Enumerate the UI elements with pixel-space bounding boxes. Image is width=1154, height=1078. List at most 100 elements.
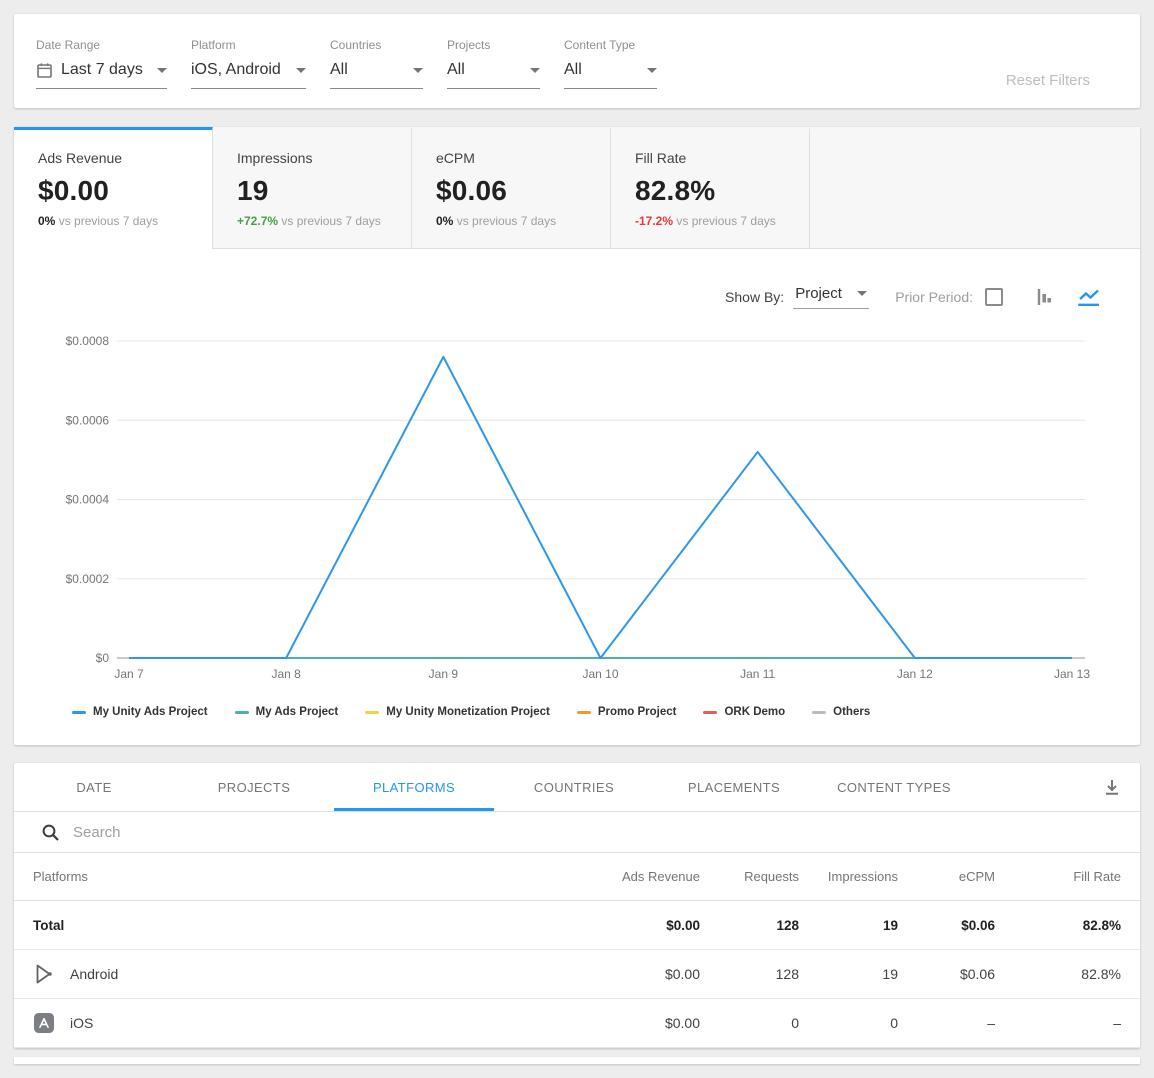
chart-legend: My Unity Ads Project My Ads Project My U… [14, 706, 1140, 718]
legend-swatch [703, 711, 717, 714]
cell-requests: 128 [700, 966, 799, 982]
show-by-select[interactable]: Project [793, 285, 869, 309]
stat-card-ads-revenue[interactable]: Ads Revenue $0.00 0% vs previous 7 days [14, 127, 213, 249]
table-search [14, 812, 1140, 853]
filter-value: All [564, 61, 582, 79]
filter-label: Projects [447, 38, 540, 52]
legend-swatch [812, 711, 826, 714]
filter-value: iOS, Android [191, 61, 281, 79]
stat-value: $0.00 [38, 175, 212, 207]
table-row-total: Total $0.00 128 19 $0.06 82.8% [14, 901, 1140, 950]
cell-fill-rate: – [995, 1015, 1121, 1031]
cell-ecpm: $0.06 [898, 918, 995, 933]
legend-item[interactable]: My Unity Ads Project [72, 706, 208, 718]
stat-delta: -17.2% vs previous 7 days [635, 214, 809, 228]
table-header: Platforms Ads Revenue Requests Impressio… [14, 853, 1140, 901]
prior-period-checkbox[interactable] [985, 288, 1003, 306]
svg-text:$0: $0 [96, 651, 110, 665]
legend-item[interactable]: My Unity Monetization Project [365, 706, 550, 718]
legend-item[interactable]: ORK Demo [703, 706, 785, 718]
legend-label: Promo Project [598, 706, 677, 718]
stat-cards-filler [810, 127, 1140, 249]
line-chart-icon[interactable] [1077, 288, 1100, 306]
stat-delta-value: 0% [436, 214, 453, 228]
stat-delta-value: -17.2% [635, 214, 673, 228]
countries-select[interactable]: All [330, 61, 423, 89]
stat-card-fill-rate[interactable]: Fill Rate 82.8% -17.2% vs previous 7 day… [611, 127, 810, 249]
tab-countries[interactable]: COUNTRIES [494, 763, 654, 811]
stat-label: Impressions [237, 150, 411, 166]
date-range-select[interactable]: Last 7 days [36, 61, 167, 89]
stat-cards: Ads Revenue $0.00 0% vs previous 7 days … [14, 127, 1140, 249]
reset-filters-button[interactable]: Reset Filters [1006, 72, 1090, 89]
table-tabs: DATE PROJECTS PLATFORMS COUNTRIES PLACEM… [14, 763, 1140, 812]
chevron-down-icon [413, 68, 423, 73]
table-row-ios: iOS $0.00 0 0 – – [14, 999, 1140, 1048]
tabs-spacer [974, 763, 1084, 811]
cell-ads-revenue: $0.00 [580, 1015, 700, 1031]
legend-item[interactable]: My Ads Project [235, 706, 339, 718]
filter-value: All [330, 61, 348, 79]
filter-label: Content Type [564, 38, 657, 52]
stat-value: 19 [237, 175, 411, 207]
calendar-icon [36, 62, 53, 79]
show-by-label: Show By: [725, 289, 784, 305]
svg-text:Jan 12: Jan 12 [897, 667, 933, 681]
stat-label: eCPM [436, 150, 610, 166]
legend-swatch [365, 711, 379, 714]
stat-card-impressions[interactable]: Impressions 19 +72.7% vs previous 7 days [213, 127, 412, 249]
stat-delta-suffix: vs previous 7 days [281, 214, 380, 228]
filter-date-range: Date Range Last 7 days [36, 38, 167, 89]
bar-chart-icon[interactable] [1037, 288, 1057, 306]
stat-delta: +72.7% vs previous 7 days [237, 214, 411, 228]
legend-swatch [72, 711, 86, 714]
chevron-down-icon [530, 68, 540, 73]
filter-label: Countries [330, 38, 423, 52]
stat-delta: 0% vs previous 7 days [436, 214, 610, 228]
prior-period-label: Prior Period: [895, 289, 973, 305]
app-store-icon [33, 1012, 55, 1034]
cell-fill-rate: 82.8% [995, 966, 1121, 982]
search-icon [41, 823, 60, 842]
breakdown-table-panel: DATE PROJECTS PLATFORMS COUNTRIES PLACEM… [14, 763, 1140, 1048]
legend-swatch [235, 711, 249, 714]
filter-projects: Projects All [447, 38, 540, 89]
chevron-down-icon [157, 68, 167, 73]
svg-text:Jan 7: Jan 7 [114, 667, 144, 681]
legend-label: ORK Demo [724, 706, 785, 718]
tab-platforms[interactable]: PLATFORMS [334, 763, 494, 811]
cell-impressions: 19 [799, 918, 898, 933]
stat-value: 82.8% [635, 175, 809, 207]
row-name: iOS [70, 1015, 93, 1031]
cell-ads-revenue: $0.00 [580, 918, 700, 933]
filter-countries: Countries All [330, 38, 423, 89]
tab-projects[interactable]: PROJECTS [174, 763, 334, 811]
tab-date[interactable]: DATE [14, 763, 174, 811]
stat-label: Fill Rate [635, 150, 809, 166]
cell-fill-rate: 82.8% [995, 918, 1121, 933]
search-input[interactable] [73, 824, 673, 841]
stat-delta: 0% vs previous 7 days [38, 214, 212, 228]
revenue-chart: $0.0008$0.0006$0.0004$0.0002$0Jan 7Jan 8… [14, 328, 1140, 693]
svg-text:Jan 10: Jan 10 [582, 667, 618, 681]
legend-item[interactable]: Others [812, 706, 870, 718]
stat-card-ecpm[interactable]: eCPM $0.06 0% vs previous 7 days [412, 127, 611, 249]
legend-label: My Unity Monetization Project [386, 706, 550, 718]
content-type-select[interactable]: All [564, 61, 657, 89]
legend-label: My Unity Ads Project [93, 706, 208, 718]
filter-value: All [447, 61, 465, 79]
column-header-requests: Requests [700, 869, 799, 884]
cell-ecpm: – [898, 1015, 995, 1031]
filter-label: Platform [191, 38, 306, 52]
chevron-down-icon [296, 68, 306, 73]
pagination-strip [14, 1057, 1140, 1064]
svg-text:$0.0008: $0.0008 [66, 334, 110, 348]
download-icon[interactable] [1084, 763, 1140, 811]
tab-content-types[interactable]: CONTENT TYPES [814, 763, 974, 811]
legend-item[interactable]: Promo Project [577, 706, 677, 718]
tab-placements[interactable]: PLACEMENTS [654, 763, 814, 811]
filter-label: Date Range [36, 38, 167, 52]
projects-select[interactable]: All [447, 61, 540, 89]
cell-impressions: 19 [799, 966, 898, 982]
platform-select[interactable]: iOS, Android [191, 61, 306, 89]
